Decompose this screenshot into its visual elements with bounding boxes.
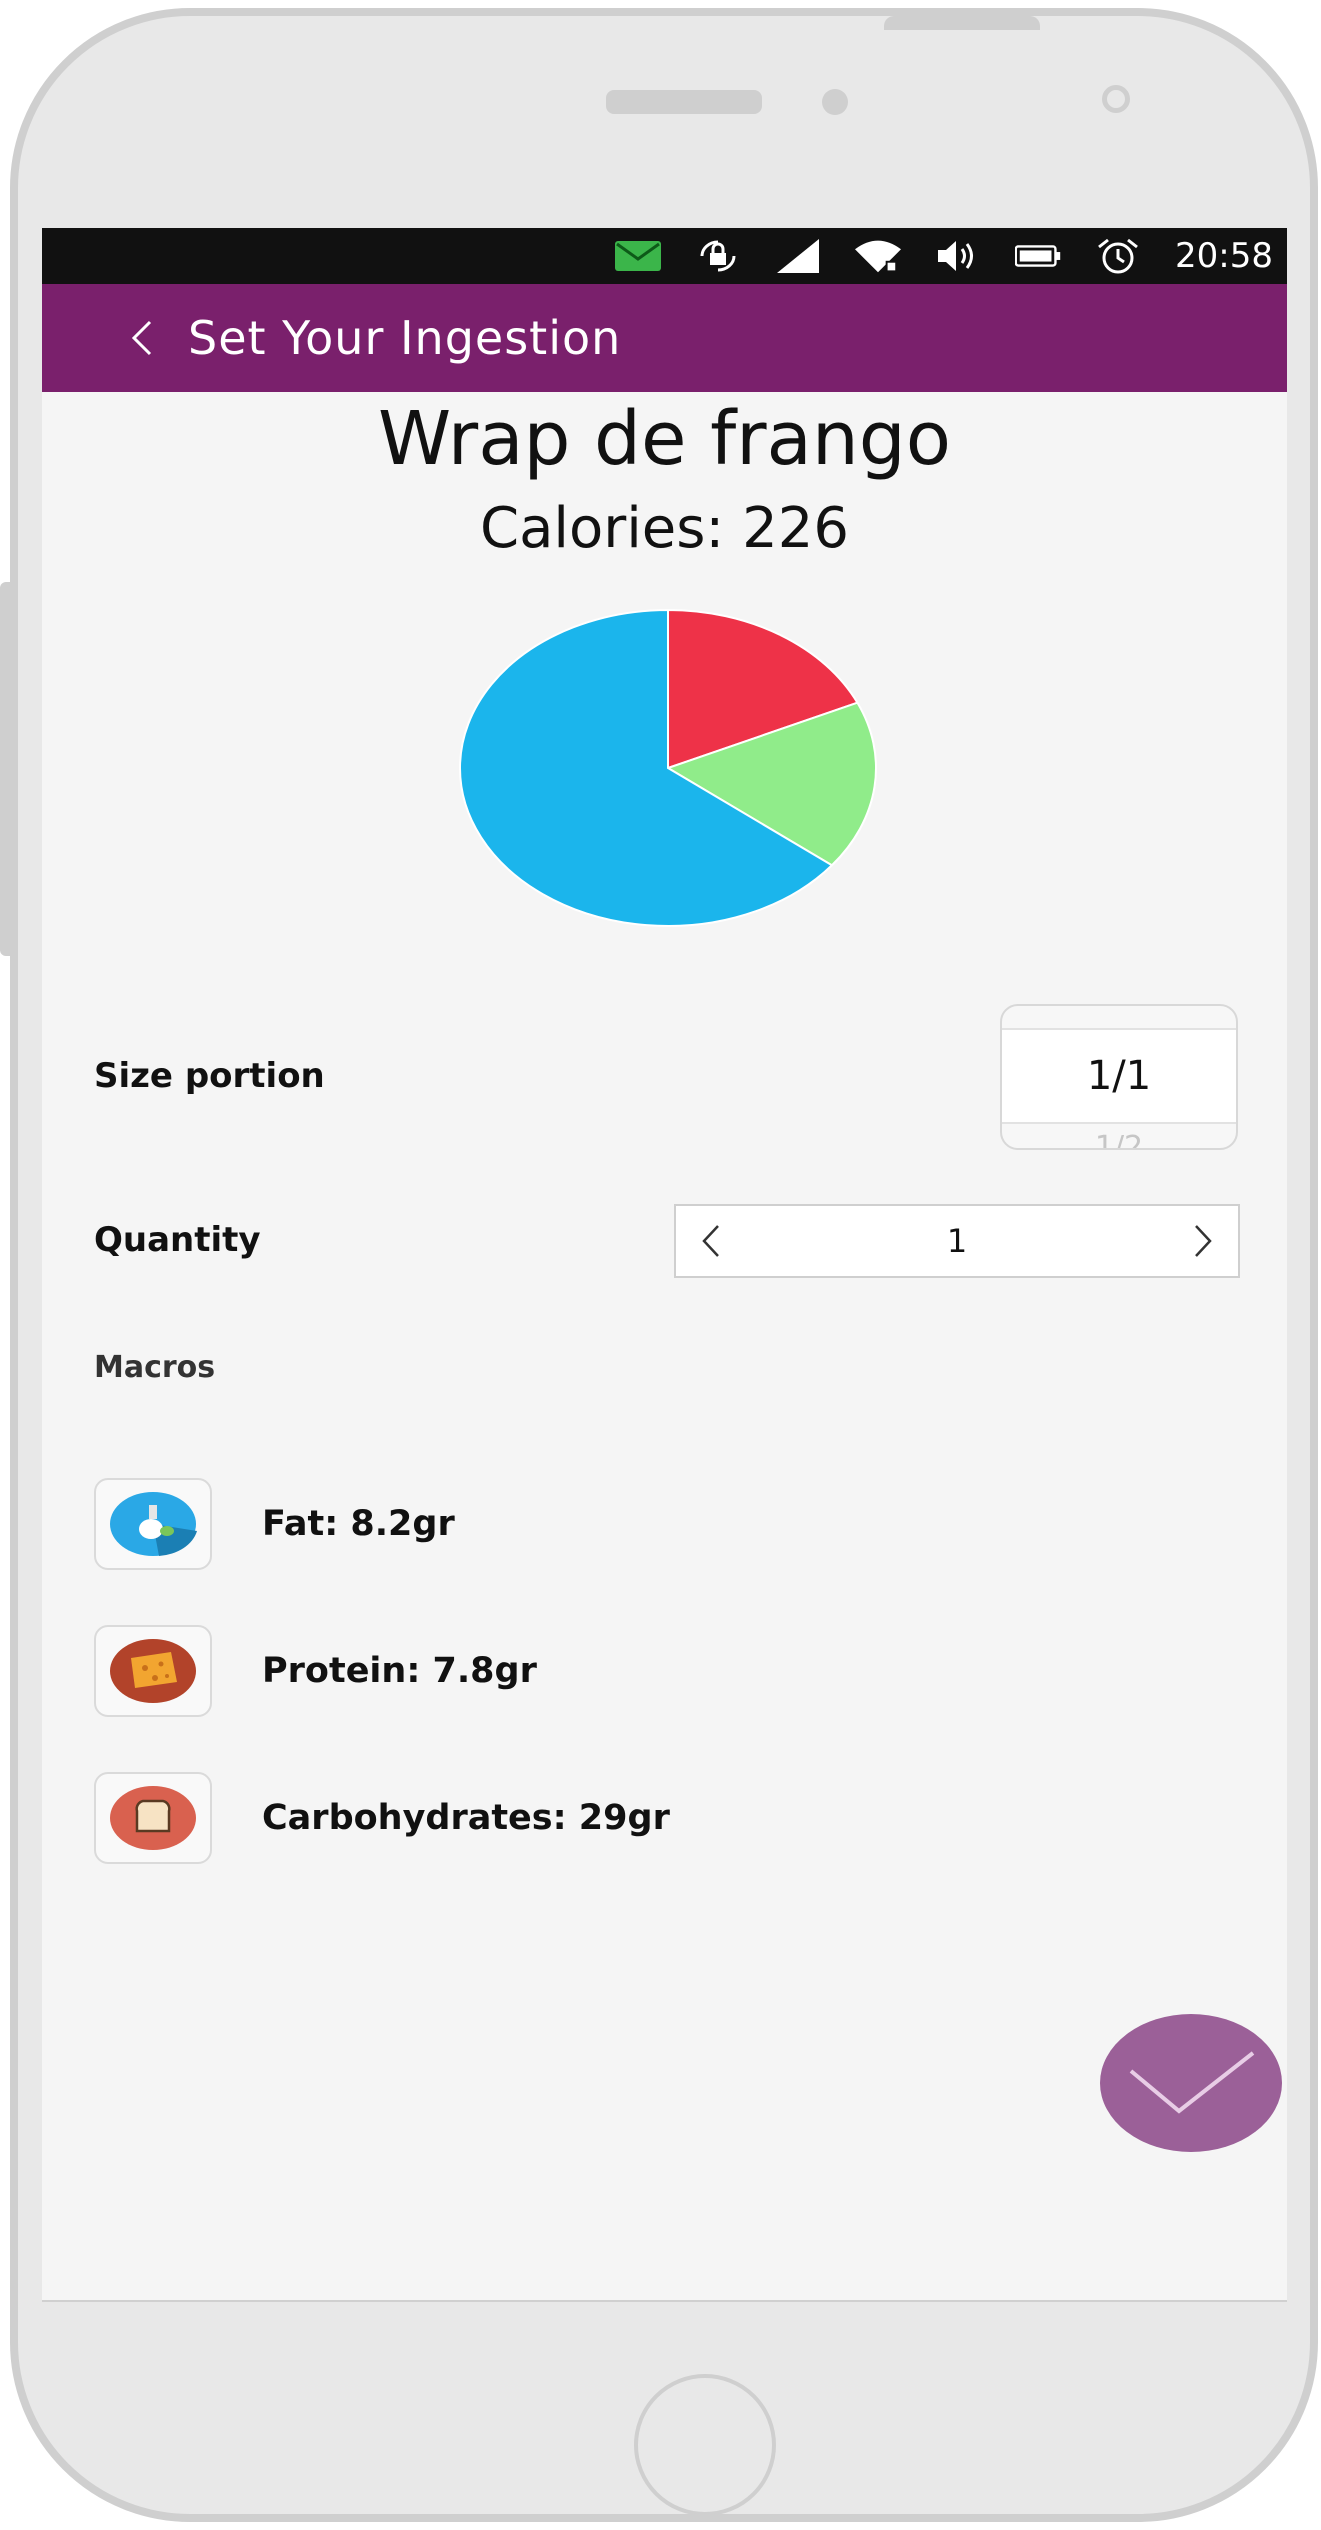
calories-label: Calories: 226 bbox=[479, 496, 849, 561]
carbs-bread-icon bbox=[110, 1786, 196, 1850]
front-camera bbox=[822, 89, 848, 115]
status-bar: 20:58 bbox=[42, 228, 1287, 284]
app-screen: 20:58 Set Your Ingestion Wrap de frango … bbox=[42, 228, 1287, 2302]
status-time: 20:58 bbox=[1175, 236, 1273, 276]
volume-icon bbox=[935, 239, 981, 273]
alarm-icon bbox=[1095, 238, 1141, 274]
macros-section-label: Macros bbox=[94, 1350, 216, 1385]
rotation-lock-icon bbox=[695, 239, 741, 273]
fat-value: Fat: 8.2gr bbox=[262, 1504, 455, 1544]
macros-pie-chart bbox=[459, 608, 877, 927]
volume-button bbox=[0, 582, 12, 956]
food-name: Wrap de frango bbox=[377, 396, 952, 482]
chevron-right-icon bbox=[1195, 1225, 1212, 1257]
macro-item-carbohydrates: Carbohydrates: 29gr bbox=[94, 1772, 1094, 1864]
size-portion-picker[interactable]: 1/1 1/2 bbox=[1000, 1004, 1238, 1150]
size-portion-label: Size portion bbox=[94, 1056, 325, 1096]
fat-tile bbox=[94, 1478, 212, 1570]
macro-item-protein: Protein: 7.8gr bbox=[94, 1625, 1094, 1717]
fat-drop-icon bbox=[110, 1492, 197, 1556]
quantity-decrease-button[interactable] bbox=[676, 1206, 746, 1276]
protein-cheese-icon bbox=[110, 1639, 196, 1703]
phone-speaker bbox=[606, 90, 762, 114]
portion-next-value[interactable]: 1/2 bbox=[1002, 1130, 1236, 1148]
page-title: Set Your Ingestion bbox=[188, 311, 622, 365]
message-icon bbox=[615, 239, 662, 273]
quantity-value: 1 bbox=[946, 1222, 968, 1260]
macro-item-fat: Fat: 8.2gr bbox=[94, 1478, 1094, 1570]
carbohydrates-value: Carbohydrates: 29gr bbox=[262, 1798, 670, 1838]
back-button[interactable] bbox=[102, 284, 182, 392]
quantity-stepper[interactable]: 1 bbox=[674, 1204, 1240, 1278]
portion-selected-value[interactable]: 1/1 bbox=[1002, 1028, 1236, 1124]
battery-icon bbox=[1015, 239, 1061, 273]
confirm-button[interactable] bbox=[1100, 2014, 1282, 2152]
carbs-tile bbox=[94, 1772, 212, 1864]
chevron-left-icon bbox=[131, 320, 152, 356]
wifi-icon bbox=[855, 239, 902, 273]
protein-value: Protein: 7.8gr bbox=[262, 1651, 537, 1691]
protein-tile bbox=[94, 1625, 212, 1717]
quantity-label: Quantity bbox=[94, 1220, 261, 1260]
home-button[interactable] bbox=[634, 2374, 776, 2516]
power-button bbox=[884, 16, 1040, 30]
checkmark-icon bbox=[1129, 2051, 1255, 2114]
chevron-left-icon bbox=[702, 1225, 719, 1257]
proximity-sensor bbox=[1102, 85, 1130, 113]
quantity-increase-button[interactable] bbox=[1168, 1206, 1238, 1276]
app-header: Set Your Ingestion bbox=[42, 284, 1287, 392]
cellular-signal-icon bbox=[775, 239, 821, 273]
